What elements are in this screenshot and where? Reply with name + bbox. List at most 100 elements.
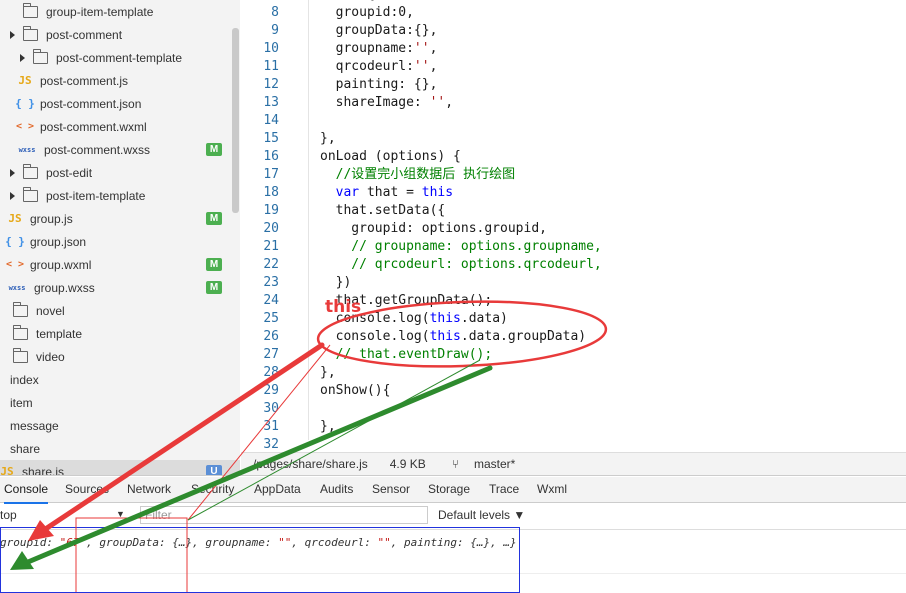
line-number: 18 — [263, 185, 279, 200]
tab-audits[interactable]: Audits — [320, 477, 353, 502]
tree-item[interactable]: template — [0, 322, 240, 345]
chevron-right-icon[interactable] — [10, 30, 15, 39]
tab-trace[interactable]: Trace — [489, 477, 519, 502]
tab-wxml[interactable]: Wxml — [537, 477, 567, 502]
folder-icon — [13, 347, 28, 363]
console-log-entry[interactable]: groupid: "67", groupData: {…}, groupname… — [0, 536, 517, 549]
chevron-right-icon[interactable] — [10, 191, 15, 200]
file-explorer-scrollbar[interactable] — [232, 28, 239, 213]
git-status-badge: M — [206, 281, 222, 294]
tree-item[interactable]: item — [0, 391, 240, 414]
folder-icon — [33, 48, 48, 64]
tree-item[interactable]: novel — [0, 299, 240, 322]
tree-item-label: group.wxml — [30, 257, 92, 272]
folder-icon — [23, 163, 38, 179]
line-number: 8 — [271, 5, 279, 20]
chevron-right-icon[interactable] — [20, 53, 25, 62]
line-number: 19 — [263, 203, 279, 218]
git-status-badge: M — [206, 212, 222, 225]
line-number: 16 — [263, 149, 279, 164]
console-divider — [0, 573, 906, 574]
log-text-prefix: groupid: — [0, 536, 60, 549]
tree-item-label: post-comment.js — [40, 73, 129, 88]
tab-appdata[interactable]: AppData — [254, 477, 301, 502]
folder-icon — [23, 2, 38, 18]
line-number: 9 — [271, 23, 279, 38]
tree-item[interactable]: post-comment — [0, 23, 240, 46]
chevron-down-icon[interactable]: ▼ — [116, 509, 125, 519]
log-levels-label: Default levels — [438, 508, 511, 522]
console-toolbar: top ▼ Default levels ▼ — [0, 503, 906, 530]
tree-item[interactable]: { } post-comment.json — [0, 92, 240, 115]
line-number: 22 — [263, 257, 279, 272]
code-text: }) — [320, 275, 352, 290]
tree-item-label: post-comment.wxml — [40, 119, 147, 134]
line-number: 27 — [263, 347, 279, 362]
tree-item[interactable]: { } group.json — [0, 230, 240, 253]
tree-item[interactable]: post-item-template — [0, 184, 240, 207]
code-text: //设置完小组数据后 执行绘图 — [320, 167, 516, 182]
git-status-badge: M — [206, 143, 222, 156]
line-number: 12 — [263, 77, 279, 92]
tree-item-label: post-comment — [46, 27, 123, 42]
tree-item-label: group.js — [30, 211, 73, 226]
tree-item[interactable]: wxss post-comment.wxss M — [0, 138, 240, 161]
tree-item[interactable]: JS post-comment.js — [0, 69, 240, 92]
tree-item[interactable]: message — [0, 414, 240, 437]
line-number: 11 — [263, 59, 279, 74]
code-editor[interactable]: data: {8 groupid:0,9 groupData:{},10 gro… — [241, 0, 906, 452]
tree-item-label: index — [10, 372, 39, 387]
git-status-badge: M — [206, 258, 222, 271]
editor-status-bar: /pages/share/share.js 4.9 KB ⑂ master* — [241, 452, 906, 475]
tab-console[interactable]: Console — [4, 477, 49, 504]
chevron-right-icon[interactable] — [10, 168, 15, 177]
json-file-icon: { } — [15, 97, 35, 110]
tab-storage[interactable]: Storage — [428, 477, 470, 502]
git-branch[interactable]: ⑂ master* — [440, 457, 516, 471]
git-branch-icon: ⑂ — [451, 457, 459, 471]
filter-input[interactable] — [140, 506, 428, 524]
tree-item[interactable]: index — [0, 368, 240, 391]
tab-sensor[interactable]: Sensor — [372, 477, 410, 502]
file-path: /pages/share/share.js — [253, 457, 368, 471]
tree-item[interactable]: share — [0, 437, 240, 460]
log-text-mid2: , qrcodeurl: — [291, 536, 378, 549]
tree-item[interactable]: group-item-template — [0, 0, 240, 23]
line-number: 25 — [263, 311, 279, 326]
context-selector[interactable]: top — [0, 508, 17, 522]
tab-security[interactable]: Security — [191, 477, 234, 502]
log-groupname-value: "" — [278, 536, 292, 549]
line-number: 31 — [263, 419, 279, 434]
line-number: 29 — [263, 383, 279, 398]
tree-item[interactable]: JS group.js M — [0, 207, 240, 230]
tree-item-label: post-comment.wxss — [44, 142, 151, 157]
tree-item[interactable]: post-comment-template — [0, 46, 240, 69]
code-text: groupData:{}, — [320, 23, 438, 38]
code-text: }, — [320, 131, 336, 146]
code-text: console.log(this.data.groupData) — [320, 329, 587, 344]
tab-network[interactable]: Network — [127, 477, 171, 502]
git-status-badge: U — [206, 465, 222, 475]
code-text: // that.eventDraw(); — [320, 347, 493, 362]
line-number: 24 — [263, 293, 279, 308]
log-levels-select[interactable]: Default levels ▼ — [438, 508, 525, 522]
tree-item[interactable]: video — [0, 345, 240, 368]
tree-item[interactable]: < > group.wxml M — [0, 253, 240, 276]
code-text: }, — [320, 419, 336, 434]
code-text: // groupname: options.groupname, — [320, 239, 602, 254]
tree-item[interactable]: post-edit — [0, 161, 240, 184]
code-text: // qrcodeurl: options.qrcodeurl, — [320, 257, 602, 272]
tree-item[interactable]: JS share.js U — [0, 460, 240, 475]
tree-item[interactable]: wxss group.wxss M — [0, 276, 240, 299]
tree-item-label: template — [36, 326, 83, 341]
js-file-icon: JS — [18, 74, 32, 87]
code-text: groupid: options.groupid, — [320, 221, 547, 236]
tree-item[interactable]: < > post-comment.wxml — [0, 115, 240, 138]
devtools-panel: Console Sources Network Security AppData Audi… — [0, 475, 906, 593]
tree-item-label: post-comment.json — [40, 96, 142, 111]
folder-icon — [23, 25, 38, 41]
line-number: 13 — [263, 95, 279, 110]
tree-item-label: video — [36, 349, 65, 364]
tab-sources[interactable]: Sources — [65, 477, 109, 502]
line-number: 15 — [263, 131, 279, 146]
